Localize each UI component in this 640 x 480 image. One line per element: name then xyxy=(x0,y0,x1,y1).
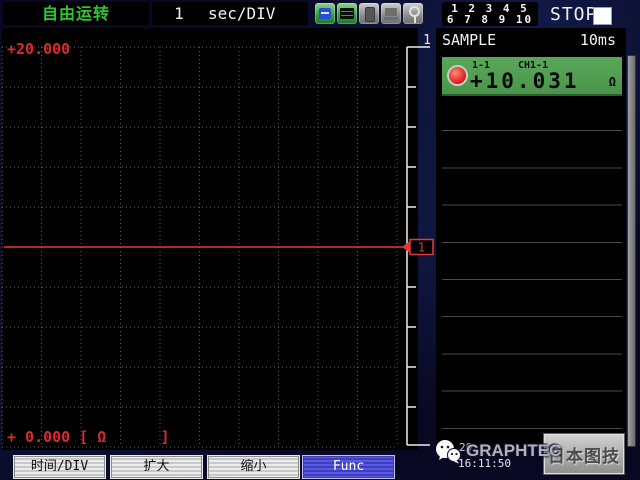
stop-label: STOP xyxy=(550,4,597,25)
sample-rate-value: 10ms xyxy=(580,31,616,49)
timebase-unit: sec/DIV xyxy=(208,4,275,23)
memory-icon xyxy=(359,3,379,24)
recording-led-icon xyxy=(449,67,466,84)
mode-status-box: 自由运转 xyxy=(3,2,149,25)
empty-channel-rows xyxy=(442,94,622,446)
mode-label: 自由运转 xyxy=(42,4,110,23)
sample-title: SAMPLE xyxy=(442,31,496,49)
channel-list-scrollbar[interactable] xyxy=(627,55,636,447)
zoom-in-button[interactable]: 扩大 xyxy=(110,455,203,479)
func-button[interactable]: Func xyxy=(302,455,395,479)
channel-grid-row2: 6 7 8 9 10 xyxy=(447,14,533,25)
data-logger-icon xyxy=(337,3,357,24)
sd-card-icon xyxy=(315,3,335,24)
channel-value: +10.031 xyxy=(470,69,580,93)
waveform-panel xyxy=(2,28,418,450)
scale-lower-limit: + 0.000 [ Ω ] xyxy=(7,428,170,446)
timebase-box: 1 sec/DIV xyxy=(152,2,308,25)
status-icon-bar xyxy=(315,3,423,24)
channel-number-grid: 1 2 3 4 5 6 7 8 9 10 xyxy=(442,2,538,26)
sample-panel: SAMPLE 10ms 1-1 CH1-1 +10.031 Ω xyxy=(436,28,626,448)
scale-upper-limit: +20.000 xyxy=(7,40,70,58)
pc-icon xyxy=(381,3,401,24)
trace-marker-label: 1 xyxy=(418,241,425,255)
key-lock-icon xyxy=(403,3,423,24)
channel-1-card[interactable]: 1-1 CH1-1 +10.031 Ω xyxy=(442,57,622,96)
sample-header: SAMPLE 10ms xyxy=(436,28,626,50)
stop-checkbox[interactable] xyxy=(593,7,612,25)
scale-top-label: 1 xyxy=(423,33,431,48)
watermark-brand: GRAPHTEC xyxy=(466,441,561,461)
timebase-value: 1 xyxy=(164,4,194,23)
zoom-out-button[interactable]: 缩小 xyxy=(207,455,300,479)
time-div-button[interactable]: 时间/DIV xyxy=(13,455,106,479)
channel-unit: Ω xyxy=(609,75,616,89)
